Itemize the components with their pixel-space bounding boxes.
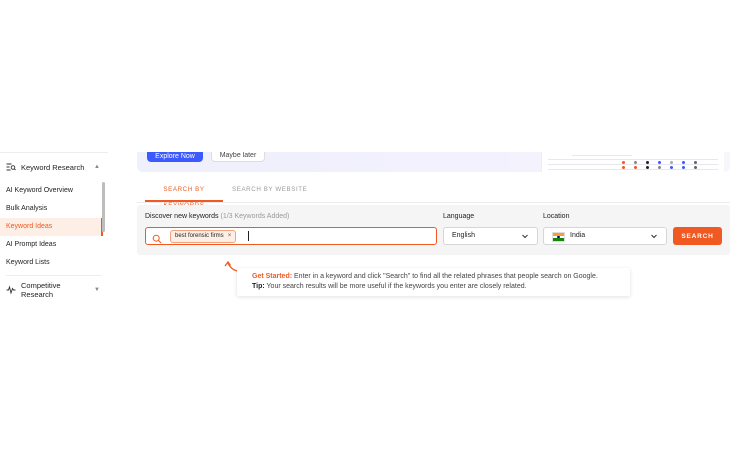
keyword-chip[interactable]: best forensic firms × bbox=[170, 230, 237, 243]
keyword-input[interactable]: best forensic firms × bbox=[145, 227, 437, 245]
sidebar-item-bulk-analysis[interactable]: Bulk Analysis bbox=[0, 200, 102, 218]
chevron-up-icon: ▲ bbox=[94, 164, 100, 170]
language-label: Language bbox=[443, 213, 475, 220]
keywords-added-count: (1/3 Keywords Added) bbox=[220, 213, 290, 220]
tip-line: Tip: Your search results will be more us… bbox=[252, 283, 527, 290]
discover-label: Discover new keywords (1/3 Keywords Adde… bbox=[145, 213, 290, 220]
pulse-icon bbox=[6, 285, 16, 295]
language-value: English bbox=[452, 232, 475, 239]
sidebar-item-ai-prompt-ideas[interactable]: AI Prompt Ideas bbox=[0, 236, 102, 254]
location-label: Location bbox=[543, 213, 570, 220]
sidebar-divider bbox=[6, 275, 102, 276]
sidebar-item-keyword-lists[interactable]: Keyword Lists bbox=[0, 254, 102, 272]
banner-preview-image bbox=[541, 152, 724, 172]
sidebar-section-label: Keyword Research bbox=[21, 162, 85, 172]
sidebar-divider bbox=[0, 152, 108, 153]
search-icon bbox=[152, 231, 162, 244]
maybe-later-button[interactable]: Maybe later bbox=[211, 152, 265, 162]
location-select[interactable]: India bbox=[543, 227, 667, 245]
search-tabs: SEARCH BY KEYWORDS SEARCH BY WEBSITE bbox=[137, 182, 730, 209]
sidebar-item-ai-keyword-overview[interactable]: AI Keyword Overview bbox=[0, 182, 102, 200]
sidebar-section-competitive-research[interactable]: Competitive Research ▼ bbox=[0, 279, 108, 298]
get-started-line: Get Started: Enter in a keyword and clic… bbox=[252, 273, 598, 280]
sidebar-section-label: Competitive Research bbox=[21, 281, 61, 298]
chevron-down-icon bbox=[650, 232, 658, 240]
text-cursor bbox=[248, 231, 249, 241]
search-button[interactable]: SEARCH bbox=[673, 227, 722, 245]
explore-now-button[interactable]: Explore Now bbox=[147, 152, 203, 162]
sidebar-item-keyword-ideas[interactable]: Keyword Ideas bbox=[0, 218, 103, 236]
search-panel: Discover new keywords (1/3 Keywords Adde… bbox=[137, 205, 730, 255]
promo-banner: Explore Now Maybe later bbox=[137, 152, 730, 172]
keyword-chip-label: best forensic firms bbox=[175, 233, 224, 239]
language-select[interactable]: English bbox=[443, 227, 538, 245]
chevron-down-icon bbox=[521, 232, 529, 240]
sidebar-scrollbar[interactable] bbox=[102, 182, 105, 232]
close-icon[interactable]: × bbox=[228, 231, 232, 242]
sidebar-section-keyword-research[interactable]: Keyword Research ▲ bbox=[0, 152, 108, 182]
tab-search-by-website[interactable]: SEARCH BY WEBSITE bbox=[232, 182, 307, 202]
chevron-down-icon: ▼ bbox=[94, 287, 100, 293]
india-flag-icon bbox=[552, 232, 565, 242]
sidebar: Keyword Research ▲ AI Keyword Overview B… bbox=[0, 152, 108, 298]
keyword-research-icon bbox=[6, 162, 16, 172]
location-value: India bbox=[570, 232, 586, 239]
tab-search-by-keywords[interactable]: SEARCH BY KEYWORDS bbox=[145, 182, 223, 209]
get-started-tip: Get Started: Enter in a keyword and clic… bbox=[237, 268, 630, 296]
